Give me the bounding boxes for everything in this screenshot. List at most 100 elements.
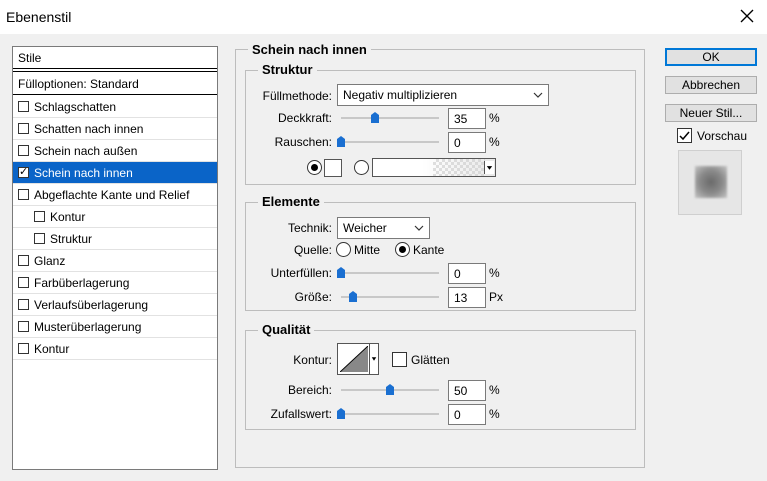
style-item[interactable]: Schlagschatten bbox=[13, 96, 217, 118]
source-center-label[interactable]: Mitte bbox=[354, 243, 380, 257]
dropdown-arrow-icon[interactable] bbox=[369, 344, 378, 374]
style-item-label: Glanz bbox=[34, 254, 66, 268]
choke-input[interactable]: 0 bbox=[448, 263, 486, 284]
antialias-checkbox[interactable] bbox=[392, 352, 407, 367]
close-icon[interactable] bbox=[738, 7, 756, 25]
jitter-slider-thumb[interactable] bbox=[337, 408, 345, 419]
opacity-label: Deckkraft: bbox=[277, 111, 332, 125]
style-item[interactable]: Struktur bbox=[13, 228, 217, 250]
gradient-mode-radio[interactable] bbox=[354, 160, 369, 175]
technique-value: Weicher bbox=[343, 221, 387, 235]
glow-color-swatch[interactable] bbox=[324, 159, 342, 177]
preview-swatch bbox=[695, 166, 727, 198]
range-unit: % bbox=[489, 383, 500, 397]
style-item-label: Schein nach innen bbox=[34, 166, 133, 180]
preview-label[interactable]: Vorschau bbox=[697, 129, 747, 143]
style-item[interactable]: Schein nach innen bbox=[13, 162, 217, 184]
ok-button[interactable]: OK bbox=[665, 48, 757, 66]
source-label: Quelle: bbox=[293, 243, 332, 257]
style-checkbox[interactable] bbox=[18, 299, 29, 310]
style-checkbox[interactable] bbox=[18, 123, 29, 134]
styles-list: Stile Fülloptionen: Standard Schlagschat… bbox=[12, 46, 218, 470]
size-label: Größe: bbox=[294, 290, 332, 304]
contour-picker[interactable] bbox=[337, 343, 379, 375]
style-item-label: Schlagschatten bbox=[34, 100, 117, 114]
dropdown-arrow-icon[interactable] bbox=[484, 161, 494, 174]
gradient-picker[interactable] bbox=[372, 158, 496, 177]
choke-label: Unterfüllen: bbox=[270, 266, 332, 280]
style-checkbox[interactable] bbox=[18, 255, 29, 266]
styles-header[interactable]: Stile bbox=[13, 47, 217, 69]
style-checkbox[interactable] bbox=[18, 101, 29, 112]
technique-label: Technik: bbox=[287, 221, 332, 235]
preview-thumbnail bbox=[678, 150, 742, 215]
antialias-label[interactable]: Glätten bbox=[411, 353, 450, 367]
source-edge-label[interactable]: Kante bbox=[413, 243, 444, 257]
choke-slider-thumb[interactable] bbox=[337, 267, 345, 278]
style-checkbox[interactable] bbox=[34, 211, 45, 222]
structure-title: Struktur bbox=[258, 62, 317, 77]
blend-mode-dropdown[interactable]: Negativ multiplizieren bbox=[337, 84, 549, 106]
style-item[interactable]: Schein nach außen bbox=[13, 140, 217, 162]
style-checkbox[interactable] bbox=[18, 343, 29, 354]
blend-options-item[interactable]: Fülloptionen: Standard bbox=[13, 71, 217, 95]
jitter-label: Zufallswert: bbox=[270, 407, 332, 421]
style-checkbox[interactable] bbox=[18, 277, 29, 288]
style-checkbox[interactable] bbox=[34, 233, 45, 244]
new-style-button[interactable]: Neuer Stil... bbox=[665, 104, 757, 122]
style-item[interactable]: Kontur bbox=[13, 338, 217, 360]
choke-slider-track[interactable] bbox=[341, 272, 439, 274]
color-mode-radio[interactable] bbox=[307, 160, 322, 175]
noise-input[interactable]: 0 bbox=[448, 132, 486, 153]
style-item[interactable]: Farbüberlagerung bbox=[13, 272, 217, 294]
noise-unit: % bbox=[489, 135, 500, 149]
style-item[interactable]: Glanz bbox=[13, 250, 217, 272]
style-item[interactable]: Musterüberlagerung bbox=[13, 316, 217, 338]
noise-slider-track[interactable] bbox=[341, 141, 439, 143]
inner-glow-title: Schein nach innen bbox=[248, 42, 371, 57]
style-item[interactable]: Verlaufsüberlagerung bbox=[13, 294, 217, 316]
window-title: Ebenenstil bbox=[6, 9, 72, 25]
cancel-button[interactable]: Abbrechen bbox=[665, 76, 757, 94]
opacity-slider-track[interactable] bbox=[341, 117, 439, 119]
preview-checkbox[interactable] bbox=[677, 128, 692, 143]
style-item[interactable]: Kontur bbox=[13, 206, 217, 228]
blend-mode-label: Füllmethode: bbox=[262, 89, 332, 103]
range-label: Bereich: bbox=[287, 383, 332, 397]
range-input[interactable]: 50 bbox=[448, 380, 486, 401]
opacity-input[interactable]: 35 bbox=[448, 108, 486, 129]
source-center-radio[interactable] bbox=[336, 242, 351, 257]
style-checkbox[interactable] bbox=[18, 321, 29, 332]
jitter-slider-track[interactable] bbox=[341, 413, 439, 415]
jitter-unit: % bbox=[489, 407, 500, 421]
blend-mode-value: Negativ multiplizieren bbox=[343, 88, 458, 102]
noise-label: Rauschen: bbox=[274, 135, 332, 149]
title-bar: Ebenenstil bbox=[0, 0, 767, 34]
noise-slider-thumb[interactable] bbox=[337, 136, 345, 147]
size-input[interactable]: 13 bbox=[448, 287, 486, 308]
chevron-down-icon bbox=[533, 92, 543, 98]
range-slider-thumb[interactable] bbox=[386, 384, 394, 395]
style-checkbox[interactable] bbox=[18, 189, 29, 200]
style-checkbox[interactable] bbox=[18, 145, 29, 156]
style-item-label: Schatten nach innen bbox=[34, 122, 144, 136]
style-item[interactable]: Abgeflachte Kante und Relief bbox=[13, 184, 217, 206]
size-slider-thumb[interactable] bbox=[349, 291, 357, 302]
opacity-slider-thumb[interactable] bbox=[371, 112, 379, 123]
style-item-label: Farbüberlagerung bbox=[34, 276, 130, 290]
choke-unit: % bbox=[489, 266, 500, 280]
style-checkbox[interactable] bbox=[18, 165, 29, 178]
style-item-label: Musterüberlagerung bbox=[34, 320, 142, 334]
technique-dropdown[interactable]: Weicher bbox=[337, 217, 430, 239]
contour-curve-icon bbox=[340, 346, 368, 372]
style-item-label: Kontur bbox=[34, 342, 70, 356]
layer-style-dialog: Ebenenstil Stile Fülloptionen: Standard … bbox=[0, 0, 767, 481]
checkmark-icon bbox=[679, 131, 690, 141]
size-unit: Px bbox=[489, 290, 504, 304]
style-item[interactable]: Schatten nach innen bbox=[13, 118, 217, 140]
jitter-input[interactable]: 0 bbox=[448, 404, 486, 425]
style-item-label: Verlaufsüberlagerung bbox=[34, 298, 149, 312]
opacity-unit: % bbox=[489, 111, 500, 125]
style-item-label: Kontur bbox=[50, 210, 86, 224]
source-edge-radio[interactable] bbox=[395, 242, 410, 257]
